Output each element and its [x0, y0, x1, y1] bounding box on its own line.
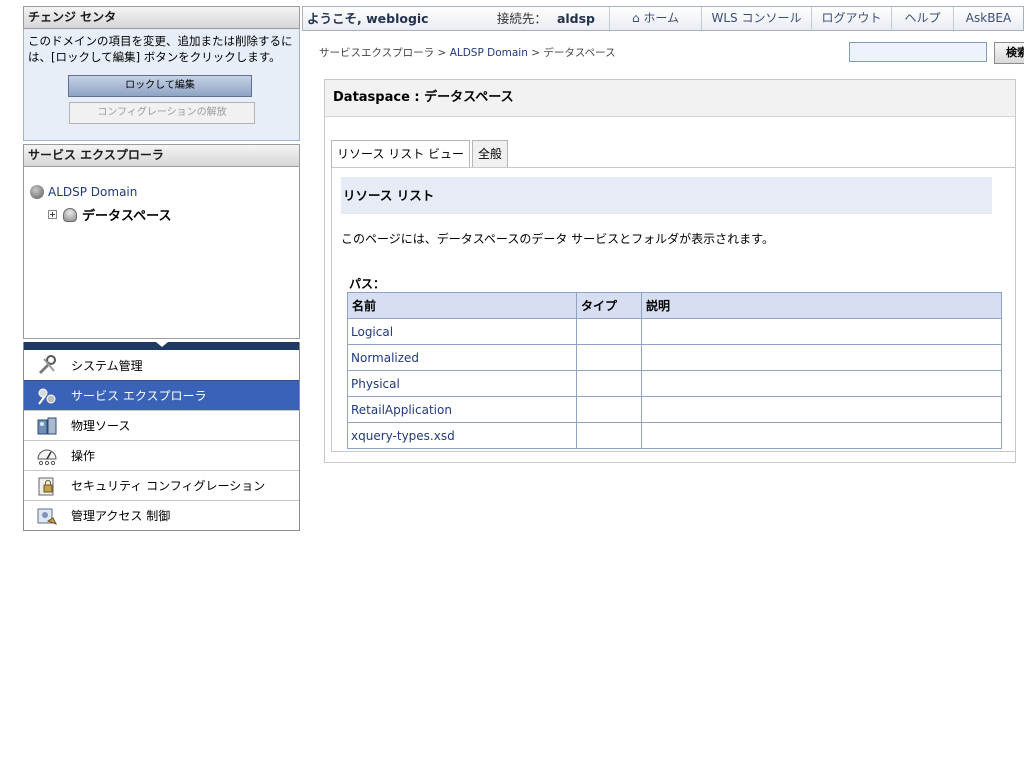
welcome-area: ようこそ, weblogic 接続先： aldsp [303, 7, 609, 30]
tab-resource-list-view[interactable]: リソース リスト ビュー [331, 140, 471, 167]
breadcrumb-aldsp-domain[interactable]: ALDSP Domain [450, 47, 528, 59]
tab-panel: リソース リスト このページには、データスペースのデータ サービスとフォルダが表… [331, 167, 1016, 452]
askbea-link[interactable]: AskBEA [953, 7, 1023, 30]
access-control-icon [36, 506, 58, 526]
nav-item-label: サービス エクスプローラ [71, 389, 207, 403]
column-header-name[interactable]: 名前 [347, 292, 577, 319]
welcome-text: ようこそ, weblogic [307, 11, 429, 26]
lock-and-edit-button[interactable]: ロックして編集 [68, 75, 252, 97]
tree-node-label: データスペース [82, 209, 172, 224]
logout-link[interactable]: ログアウト [811, 7, 891, 30]
nav-item-system-admin[interactable]: システム管理 [24, 350, 299, 380]
resource-type [576, 344, 642, 371]
resource-type [576, 396, 642, 423]
tab-general[interactable]: 全般 [472, 140, 509, 167]
nav-item-label: システム管理 [71, 358, 143, 373]
table-row: xquery-types.xsd [347, 422, 1002, 449]
change-center-title: チェンジ センタ [23, 6, 300, 29]
nav-item-label: 操作 [71, 449, 96, 463]
table-row: RetailApplication [347, 396, 1002, 423]
column-header-type[interactable]: タイプ [576, 292, 642, 319]
nav-collapse-handle[interactable] [23, 342, 300, 350]
resource-name-link[interactable]: RetailApplication [347, 396, 577, 423]
path-label: パス： [349, 277, 386, 291]
resource-type [576, 422, 642, 449]
connected-label: 接続先： [496, 11, 547, 26]
content-panel: Dataspace : データスペース リソース リスト ビュー 全般 リソース… [324, 79, 1016, 463]
nav-item-label: 管理アクセス 制御 [71, 509, 171, 523]
home-icon: ⌂ [631, 11, 640, 25]
tab-bar: リソース リスト ビュー 全般 [331, 140, 510, 167]
resource-description [641, 370, 1002, 397]
change-center-description: このドメインの項目を変更、追加または削除するには、[ロックして編集] ボタンをク… [28, 34, 293, 64]
physical-source-icon [36, 416, 58, 436]
connected-value: aldsp [556, 11, 595, 26]
service-explorer-title: サービス エクスプローラ [23, 144, 300, 167]
top-links: ⌂ ホーム WLS コンソール ログアウト ヘルプ AskBEA [609, 7, 1023, 30]
table-row: Logical [347, 318, 1002, 345]
security-icon [36, 476, 58, 496]
tree-node-dataspace[interactable]: + データスペース [48, 205, 171, 224]
change-center-panel: このドメインの項目を変更、追加または削除するには、[ロックして編集] ボタンをク… [23, 29, 300, 141]
page-title: Dataspace : データスペース [325, 80, 1015, 117]
help-link[interactable]: ヘルプ [891, 7, 953, 30]
expand-icon[interactable]: + [48, 210, 57, 219]
resource-name-link[interactable]: xquery-types.xsd [347, 422, 577, 449]
nav-item-label: 物理ソース [71, 419, 131, 433]
left-column: チェンジ センタ このドメインの項目を変更、追加または削除するには、[ロックして… [23, 6, 300, 531]
nav-item-operations[interactable]: 操作 [24, 440, 299, 470]
resource-type [576, 370, 642, 397]
operations-icon [36, 446, 58, 466]
search-input[interactable] [849, 42, 987, 62]
service-explorer-tree: ALDSP Domain + データスペース [23, 167, 300, 339]
resource-table: 名前 タイプ 説明 Logical Normalized Physical Re… [347, 292, 1002, 449]
nav-item-label: セキュリティ コンフィグレーション [71, 479, 266, 493]
nav-menu: システム管理 サービス エクスプローラ 物理ソース 操作 セキュリティ コンフィ… [23, 350, 300, 531]
nav-item-service-explorer[interactable]: サービス エクスプローラ [24, 380, 299, 410]
wls-console-link[interactable]: WLS コンソール [701, 7, 811, 30]
resource-name-link[interactable]: Normalized [347, 344, 577, 371]
section-description: このページには、データスペースのデータ サービスとフォルダが表示されます。 [341, 232, 774, 246]
resource-description [641, 318, 1002, 345]
section-title: リソース リスト [341, 177, 992, 214]
table-row: Normalized [347, 344, 1002, 371]
column-header-description[interactable]: 説明 [641, 292, 1002, 319]
tree-node-label: ALDSP Domain [48, 185, 138, 199]
release-configuration-button[interactable]: コンフィグレーションの解放 [69, 102, 255, 124]
resource-name-link[interactable]: Physical [347, 370, 577, 397]
resource-type [576, 318, 642, 345]
nav-item-physical-source[interactable]: 物理ソース [24, 410, 299, 440]
nav-item-security-config[interactable]: セキュリティ コンフィグレーション [24, 470, 299, 500]
globe-icon [30, 185, 44, 199]
admin-icon [36, 355, 58, 375]
breadcrumb-service-explorer[interactable]: サービスエクスプローラ [319, 47, 434, 59]
table-row: Physical [347, 370, 1002, 397]
breadcrumb: サービスエクスプローラ > ALDSP Domain > データスペース [319, 47, 616, 59]
search-button[interactable]: 検索 [994, 42, 1024, 64]
resource-description [641, 422, 1002, 449]
resource-description [641, 344, 1002, 371]
tree-node-aldsp-domain[interactable]: ALDSP Domain [30, 185, 137, 199]
top-bar: ようこそ, weblogic 接続先： aldsp ⌂ ホーム WLS コンソール… [302, 6, 1024, 31]
nav-item-access-control[interactable]: 管理アクセス 制御 [24, 500, 299, 530]
service-explorer-icon [36, 386, 58, 406]
dataspace-icon [63, 207, 77, 222]
home-link[interactable]: ⌂ ホーム [609, 7, 701, 30]
table-header-row: 名前 タイプ 説明 [347, 292, 1002, 319]
connection-info: 接続先： aldsp [497, 7, 595, 30]
breadcrumb-dataspace: データスペース [543, 47, 616, 59]
resource-name-link[interactable]: Logical [347, 318, 577, 345]
resource-description [641, 396, 1002, 423]
